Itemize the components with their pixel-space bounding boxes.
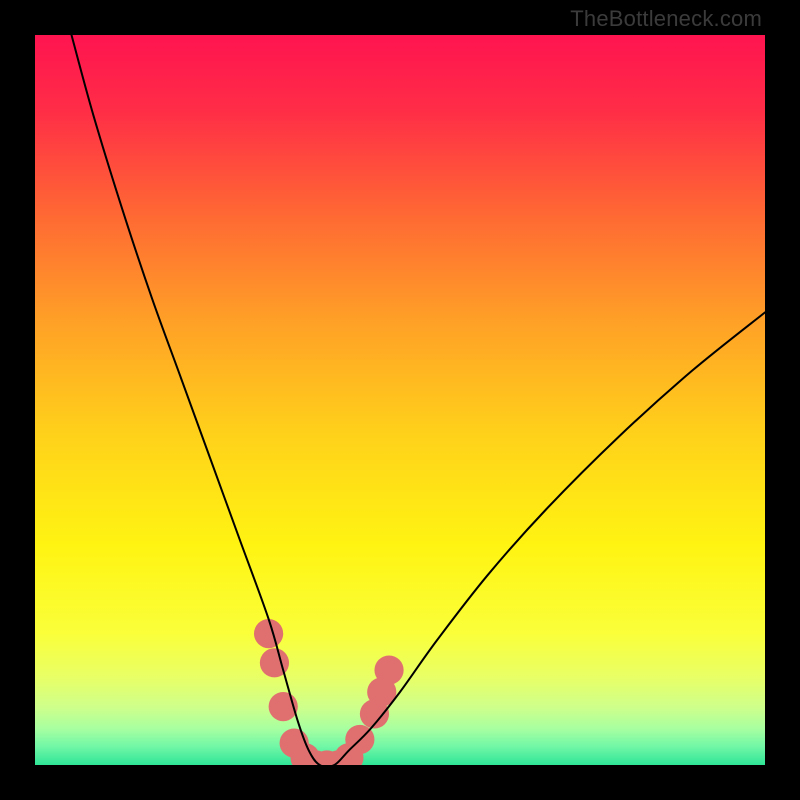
curve-layer: [35, 35, 765, 765]
watermark-text: TheBottleneck.com: [570, 6, 762, 32]
marker-dot: [254, 619, 283, 648]
bottleneck-curve: [72, 35, 766, 765]
plot-area: [35, 35, 765, 765]
marker-cluster: [254, 619, 404, 765]
marker-dot: [374, 656, 403, 685]
chart-frame: TheBottleneck.com: [0, 0, 800, 800]
